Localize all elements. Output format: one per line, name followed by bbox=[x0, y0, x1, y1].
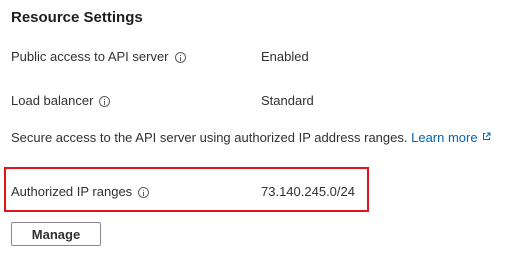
info-icon[interactable] bbox=[138, 186, 150, 198]
setting-row-load-balancer: Load balancer Standard bbox=[11, 92, 411, 110]
setting-label-authorized-ip: Authorized IP ranges bbox=[11, 184, 133, 199]
learn-more-link[interactable]: Learn more bbox=[411, 130, 491, 145]
section-title: Resource Settings bbox=[11, 9, 143, 26]
external-link-icon bbox=[482, 132, 491, 140]
setting-value-public-access: Enabled bbox=[261, 49, 309, 64]
info-icon[interactable] bbox=[174, 51, 186, 63]
setting-label-load-balancer: Load balancer bbox=[11, 93, 94, 108]
info-icon[interactable] bbox=[99, 95, 111, 107]
setting-row-authorized-ip: Authorized IP ranges 73.140.245.0/24 bbox=[11, 183, 411, 201]
setting-label-public-access: Public access to API server bbox=[11, 49, 169, 64]
setting-row-public-access: Public access to API server Enabled bbox=[11, 48, 411, 66]
manage-button[interactable]: Manage bbox=[11, 222, 101, 246]
setting-value-load-balancer: Standard bbox=[261, 93, 314, 108]
description-text: Secure access to the API server using au… bbox=[11, 130, 408, 145]
setting-value-authorized-ip: 73.140.245.0/24 bbox=[261, 184, 355, 199]
authorized-ip-description: Secure access to the API server using au… bbox=[11, 129, 491, 147]
